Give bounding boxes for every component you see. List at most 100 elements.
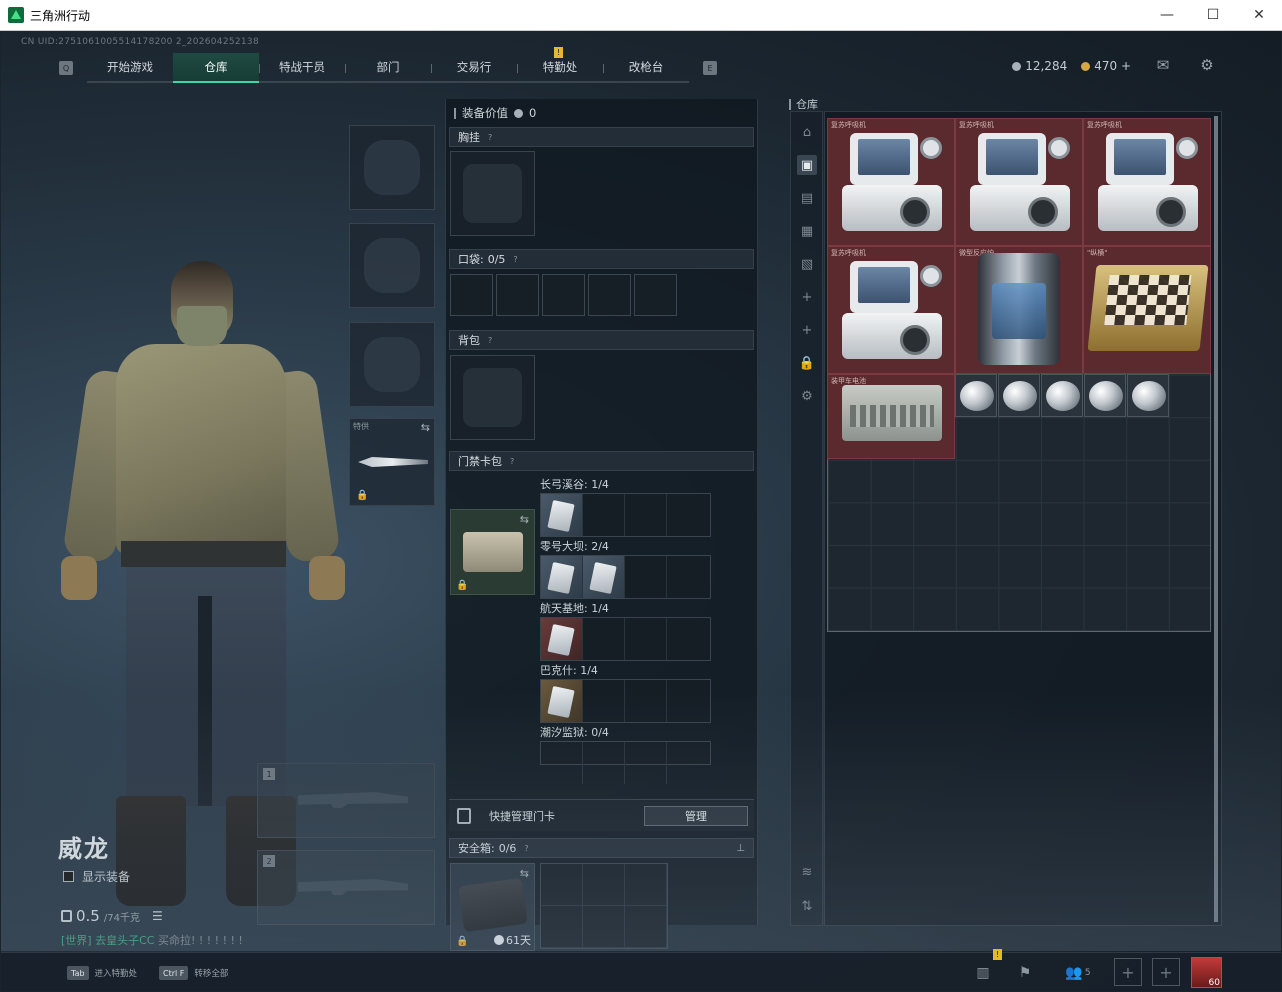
minimize-button[interactable]: — <box>1144 0 1190 31</box>
keycard-item[interactable] <box>541 556 583 598</box>
help-icon[interactable]: ? <box>488 133 492 142</box>
diamond-icon <box>1003 381 1037 411</box>
keycard-case-slot[interactable]: ⇆ 🔒 <box>450 509 535 595</box>
swap-icon[interactable]: ⇆ <box>520 867 529 880</box>
tab-operators[interactable]: 特战干员 <box>259 53 345 81</box>
player-avatar[interactable]: 60 <box>1191 957 1222 988</box>
close-button[interactable]: ✕ <box>1236 0 1282 31</box>
keycard-item[interactable] <box>541 618 583 660</box>
hotkey-transfer-all[interactable]: Ctrl F 转移全部 <box>159 966 228 980</box>
maximize-button[interactable]: ☐ <box>1190 0 1236 31</box>
secondary-weapon-slot[interactable]: 2 <box>257 850 435 925</box>
list-icon[interactable]: ☰ <box>152 909 163 923</box>
helmet-filter-icon[interactable]: ⌂ <box>797 122 817 142</box>
invite-slot-button[interactable]: + <box>1152 958 1180 986</box>
hotkey-enter-special-ops[interactable]: Tab 进入特勤处 <box>67 966 137 980</box>
flag-icon[interactable]: ⚑ <box>1013 961 1037 985</box>
warehouse-item[interactable]: 复苏呼吸机 <box>955 118 1083 246</box>
chest-rig-slot[interactable] <box>450 151 535 236</box>
all-items-filter-icon[interactable]: ▣ <box>797 155 817 175</box>
helmet-slot[interactable] <box>349 125 435 210</box>
keycard-row[interactable] <box>540 493 711 537</box>
keycard-row[interactable] <box>540 555 711 599</box>
help-icon[interactable]: ? <box>488 336 492 345</box>
friends-icon: 👥 <box>1065 965 1083 981</box>
warehouse-item[interactable]: 复苏呼吸机 <box>1083 118 1211 246</box>
keycard-row[interactable] <box>540 679 711 723</box>
chat-line[interactable]: [世界] 去皇头子CC 买命拉! ! ! ! ! ! ! <box>61 932 243 948</box>
manage-button[interactable]: 管理 <box>644 805 748 826</box>
warehouse-item[interactable]: 复苏呼吸机 <box>827 118 955 246</box>
gold-currency[interactable]: 470 + <box>1081 59 1131 73</box>
mail-icon[interactable]: ✉ <box>1153 56 1173 74</box>
warehouse-item[interactable]: 复苏呼吸机 <box>827 246 955 374</box>
nav-next-key[interactable]: E <box>703 61 717 75</box>
main-nav: Q 开始游戏 仓库 特战干员 部门 交易行 特勤处 ! 改枪台 E <box>59 47 717 83</box>
swap-icon[interactable]: ⇆ <box>421 421 430 434</box>
ammo-filter-icon[interactable]: ▤ <box>797 188 817 208</box>
pocket-slot[interactable] <box>542 274 585 316</box>
swap-icon[interactable]: ⇆ <box>520 513 529 526</box>
warehouse-item[interactable]: "纵横" <box>1083 246 1211 374</box>
invite-slot-button[interactable]: + <box>1114 958 1142 986</box>
keycard-row[interactable] <box>540 741 711 784</box>
pocket-slot[interactable] <box>450 274 493 316</box>
pocket-slot[interactable] <box>588 274 631 316</box>
pin-icon[interactable]: ⊥ <box>736 843 745 854</box>
keycard-row[interactable] <box>540 617 711 661</box>
keycard-item[interactable] <box>541 494 583 536</box>
equipment-value-label: 装备价值 <box>462 106 508 120</box>
tab-department[interactable]: 部门 <box>345 53 431 81</box>
hotkey-key: Ctrl F <box>159 966 189 980</box>
lock-icon[interactable]: 🔒 <box>797 353 817 373</box>
gear-icon[interactable]: ⚙ <box>797 386 817 406</box>
add-tab-icon[interactable]: + <box>797 287 817 307</box>
chessboard-icon <box>1087 265 1209 351</box>
warehouse-item[interactable] <box>1041 374 1083 417</box>
diamond-icon <box>1132 381 1166 411</box>
safebox-slot[interactable]: ⇆ 🔒 61天 <box>450 863 535 951</box>
sort-icon[interactable]: ⇅ <box>797 896 817 916</box>
tab-trade[interactable]: 交易行 <box>431 53 517 81</box>
add-tab-icon[interactable]: + <box>797 320 817 340</box>
safebox-grid[interactable] <box>540 863 668 949</box>
pocket-slot[interactable] <box>496 274 539 316</box>
melee-slot[interactable]: 特供 ⇆ 🔒 <box>349 418 435 506</box>
parts-filter-icon[interactable]: ▦ <box>797 221 817 241</box>
ventilator-icon <box>968 129 1072 235</box>
tab-warehouse[interactable]: 仓库 <box>173 53 259 83</box>
silver-currency[interactable]: 12,284 <box>1012 59 1067 73</box>
keycard-item[interactable] <box>541 680 583 722</box>
collection-filter-icon[interactable]: ▧ <box>797 254 817 274</box>
help-icon[interactable]: ? <box>510 457 514 466</box>
stats-icon[interactable]: ▥ <box>971 961 995 985</box>
gear-icon[interactable]: ⚙ <box>1197 56 1217 74</box>
tab-gunsmith[interactable]: 改枪台 <box>603 53 689 81</box>
show-gear-checkbox[interactable] <box>63 871 74 882</box>
help-icon[interactable]: ? <box>513 255 517 264</box>
pistol-slot[interactable] <box>349 322 435 407</box>
backpack-slot[interactable] <box>450 355 535 440</box>
friends-button[interactable]: 👥 5 <box>1061 961 1095 985</box>
diamond-icon <box>960 381 994 411</box>
warehouse-item[interactable]: 装甲车电池 <box>827 374 955 459</box>
armor-slot[interactable] <box>349 223 435 308</box>
layers-icon[interactable]: ≋ <box>797 862 817 882</box>
map-label: 零号大坝: 2/4 <box>540 540 609 553</box>
warehouse-item[interactable] <box>1084 374 1126 417</box>
warehouse-item[interactable] <box>998 374 1040 417</box>
nav-prev-key[interactable]: Q <box>59 61 73 75</box>
warehouse-item[interactable] <box>955 374 997 417</box>
help-icon[interactable]: ? <box>524 844 528 853</box>
pocket-slot[interactable] <box>634 274 677 316</box>
tab-special-ops[interactable]: 特勤处 ! <box>517 47 603 81</box>
show-gear-toggle[interactable]: 显示装备 <box>63 868 130 885</box>
tab-start-game[interactable]: 开始游戏 <box>87 53 173 81</box>
warehouse-scrollbar[interactable] <box>1214 116 1218 922</box>
backpack-placeholder-icon <box>463 368 522 427</box>
keycard-item[interactable] <box>583 556 625 598</box>
warehouse-item[interactable]: 微型反应炉 <box>955 246 1083 374</box>
warehouse-item[interactable] <box>1127 374 1169 417</box>
primary-weapon-slot[interactable]: 1 <box>257 763 435 838</box>
currency-bar: 12,284 470 + <box>1012 59 1131 73</box>
